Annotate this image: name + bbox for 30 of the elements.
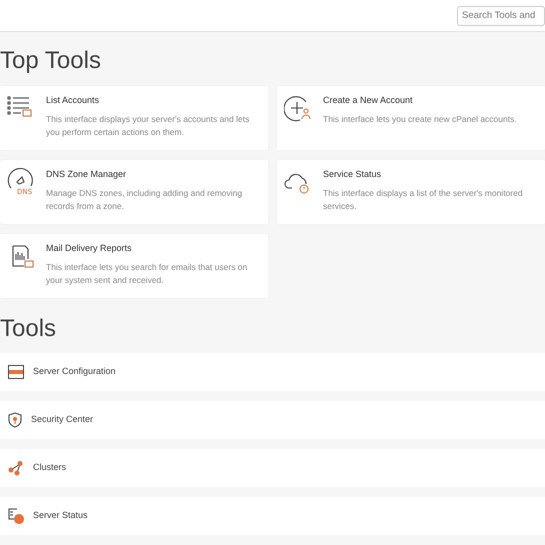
tool-category-row[interactable]: Server Status [0, 497, 545, 535]
tool-card[interactable]: Mail Delivery Reports This interface lets you search for emails that users on your system sent and received. [0, 234, 268, 298]
section-heading: Top Tools [0, 46, 101, 76]
cluster-icon [8, 460, 24, 476]
tool-category-row[interactable]: Clusters [0, 449, 545, 487]
search-field[interactable]: Search Tools and [457, 6, 545, 26]
card-title[interactable]: Mail Delivery Reports [46, 242, 132, 254]
tool-card[interactable]: Service Status This interface displays a list of the server's monitored services. [277, 160, 545, 224]
card-title[interactable]: List Accounts [46, 94, 100, 106]
server-status-icon [8, 508, 24, 524]
row-label: Clusters [33, 461, 66, 474]
card-description: This interface lets you create new cPanel accounts. [323, 113, 518, 126]
card-title[interactable]: DNS Zone Manager [46, 168, 126, 180]
tool-card[interactable]: List Accounts This interface displays your server's accounts and lets you perform certain actions on them. [0, 86, 268, 150]
card-description: This interface displays your server's accounts and lets you perform certain actions on them. [46, 113, 250, 139]
tool-card[interactable]: Create a New Account This interface lets you create new cPanel accounts. [277, 86, 545, 150]
tool-category-row[interactable]: Server Configuration [0, 353, 545, 391]
row-label: Security Center [31, 413, 94, 426]
card-description: This interface displays a list of the server's monitored services. [323, 187, 524, 213]
row-label: Server Configuration [33, 365, 116, 378]
add-user-icon [284, 94, 312, 122]
card-title[interactable]: Service Status [323, 168, 382, 180]
card-title[interactable]: Create a New Account [323, 94, 413, 106]
row-label: Server Status [33, 509, 88, 522]
server-icon [8, 365, 24, 379]
section-heading: Tools [0, 314, 56, 344]
card-description: This interface lets you search for emails that users on your system sent and received. [46, 261, 248, 287]
shield-icon [8, 412, 22, 428]
card-description: Manage DNS zones, including adding and removing records from a zone. [46, 187, 244, 213]
tool-category-row[interactable]: Security Center [0, 401, 545, 439]
